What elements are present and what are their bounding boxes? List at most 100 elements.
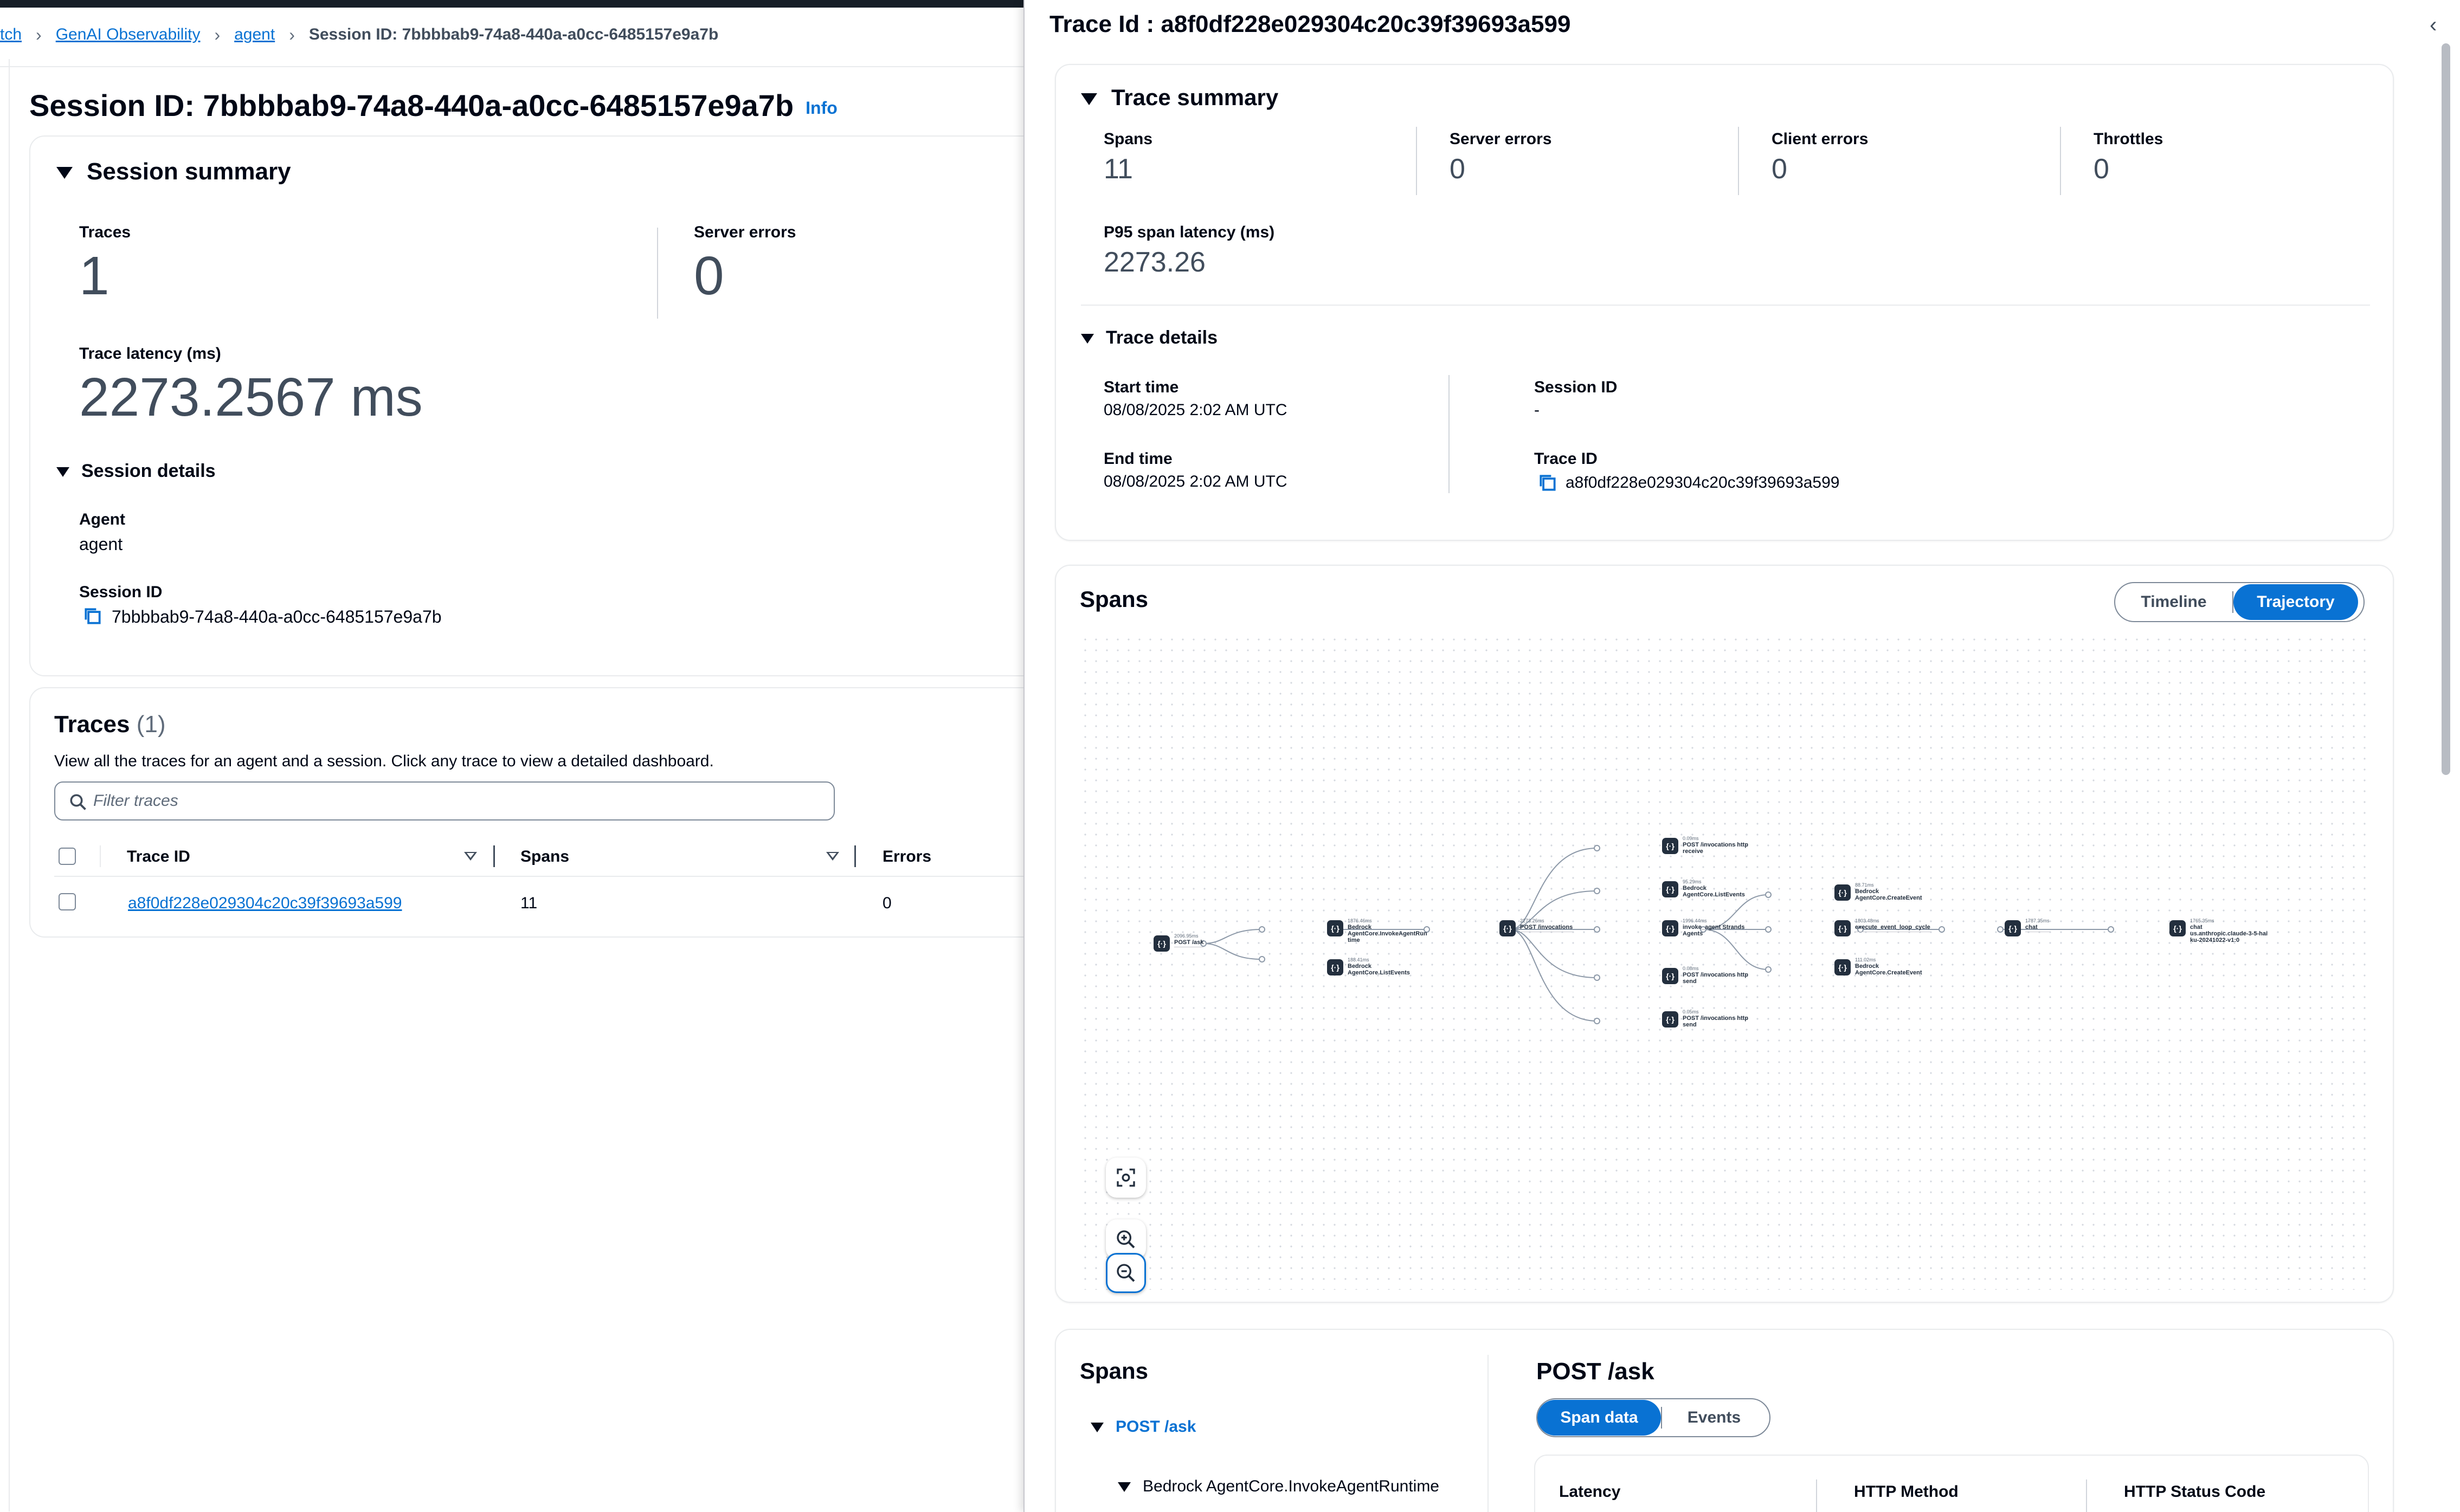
span-node-latency: 88.71ms <box>1855 882 1874 888</box>
span-node-create-event-2[interactable]: {·} 111.02ms Bedrock AgentCore.CreateEven… <box>1834 957 1922 976</box>
column-divider <box>493 845 495 867</box>
trace-summary-card: Trace summary Spans 11 Server errors 0 C… <box>1055 64 2394 541</box>
chevron-right-icon: › <box>214 24 221 44</box>
span-node-list-events-2[interactable]: {·} 95.29ms Bedrock AgentCore.ListEvents <box>1662 879 1745 898</box>
span-node-event-loop-cycle[interactable]: {·} 1803.48ms execute_event_loop_cycle <box>1834 918 1930 936</box>
server-errors-label: Server errors <box>694 223 796 241</box>
caret-down-icon <box>1118 1482 1131 1492</box>
copy-icon[interactable] <box>82 606 103 626</box>
selected-span-title: POST /ask <box>1536 1358 1654 1385</box>
session-summary-card: Session summary Traces 1 Server errors 0… <box>29 135 1059 676</box>
copy-icon[interactable] <box>1537 473 1558 493</box>
trace-details-toggle[interactable]: Trace details <box>1081 327 1218 348</box>
detail-session-id-value: - <box>1534 401 1540 419</box>
span-node-post-ask[interactable]: {·} 2096.95ms POST /ask <box>1154 933 1204 952</box>
span-node-label: Bedrock AgentCore.ListEvents <box>1683 885 1745 898</box>
stat-server-errors-label: Server errors <box>1450 130 1552 148</box>
sort-caret-icon[interactable] <box>826 852 839 861</box>
span-node-http-send-2[interactable]: {·} 0.05ms POST /invocations http send <box>1662 1009 1748 1028</box>
span-node-label: Bedrock AgentCore.InvokeAgentRun time <box>1348 924 1427 944</box>
session-details-toggle[interactable]: Session details <box>56 461 216 482</box>
column-spans[interactable]: Spans <box>520 848 569 866</box>
breadcrumb-item-agent[interactable]: agent <box>234 25 275 44</box>
session-page: tch › GenAI Observability › agent › Sess… <box>0 8 1059 1512</box>
trace-id-link[interactable]: a8f0df228e029304c20c39f39693a599 <box>128 894 402 913</box>
breadcrumb: tch › GenAI Observability › agent › Sess… <box>0 24 718 46</box>
traces-title-text: Traces <box>54 711 130 738</box>
stat-server-errors-value: 0 <box>1450 153 1465 185</box>
column-errors[interactable]: Errors <box>883 848 931 866</box>
end-time-value: 08/08/2025 2:02 AM UTC <box>1104 473 1287 490</box>
traces-card: Traces (1) View all the traces for an ag… <box>29 687 1059 938</box>
span-detail-tabs: Span data Events <box>1536 1398 1770 1437</box>
span-node-chat-model[interactable]: {·} 1765.35ms chat us.anthropic.claude-3-… <box>2169 918 2268 944</box>
span-node-http-receive[interactable]: {·} 0.09ms POST /invocations http receive <box>1662 836 1748 855</box>
span-node-icon: {·} <box>1499 920 1516 936</box>
span-tree-item-invoke-runtime[interactable]: Bedrock AgentCore.InvokeAgentRuntime <box>1118 1477 1439 1496</box>
session-summary-toggle[interactable]: Session summary <box>56 158 291 185</box>
console-top-bar <box>0 0 1025 8</box>
row-checkbox[interactable] <box>59 893 76 910</box>
traces-table-header: Trace ID Spans Errors <box>54 836 1057 877</box>
span-node-icon: {·} <box>1154 935 1170 952</box>
caret-down-icon <box>56 467 69 477</box>
scrollbar[interactable] <box>2442 43 2450 775</box>
select-all-checkbox[interactable] <box>59 848 76 865</box>
stat-client-errors-value: 0 <box>1772 153 1787 185</box>
column-divider <box>1816 1479 1817 1512</box>
zoom-out-button[interactable] <box>1106 1253 1146 1293</box>
events-tab[interactable]: Events <box>1662 1400 1766 1436</box>
span-node-label: POST /invocations http send <box>1683 972 1749 985</box>
span-node-invoke-agent-runtime[interactable]: {·} 1876.46ms Bedrock AgentCore.InvokeAge… <box>1327 918 1427 944</box>
trajectory-graph[interactable]: {·} 2096.95ms POST /ask {·} 1876.46ms Bedr… <box>1080 634 2370 1293</box>
span-node-list-events[interactable]: {·} 188.41ms Bedrock AgentCore.ListEvents <box>1327 957 1410 976</box>
span-node-latency: 1765.35ms <box>2190 918 2214 923</box>
trajectory-tab[interactable]: Trajectory <box>2233 584 2358 620</box>
column-trace-id[interactable]: Trace ID <box>127 848 190 866</box>
span-node-label: execute_event_loop_cycle <box>1855 924 1930 932</box>
span-node-latency: 1787.35ms <box>2025 918 2050 923</box>
span-data-tab[interactable]: Span data <box>1537 1400 1661 1436</box>
span-node-label: POST /invocations http receive <box>1683 842 1749 855</box>
span-node-chat[interactable]: {·} 1787.35ms chat <box>2005 918 2050 936</box>
span-node-label: chat us.anthropic.claude-3-5-hai ku-2024… <box>2190 924 2268 944</box>
http-method-column: HTTP Method <box>1854 1483 1959 1501</box>
breadcrumb-item-genai-observability[interactable]: GenAI Observability <box>56 25 201 44</box>
filter-traces-input[interactable]: Filter traces <box>54 781 835 820</box>
span-node-label: Bedrock AgentCore.CreateEvent <box>1855 888 1922 901</box>
span-node-latency: 95.29ms <box>1683 879 1702 884</box>
span-node-icon: {·} <box>1662 1011 1678 1028</box>
server-errors-value: 0 <box>694 245 724 306</box>
info-link[interactable]: Info <box>806 98 838 118</box>
trace-latency-label: Trace latency (ms) <box>79 345 221 363</box>
trace-details-heading: Trace details <box>1106 327 1218 348</box>
traces-count: (1) <box>136 711 166 738</box>
span-node-label: Bedrock AgentCore.ListEvents <box>1348 963 1410 976</box>
p95-latency-value: 2273.26 <box>1104 247 1206 278</box>
trace-summary-toggle[interactable]: Trace summary <box>1081 85 1278 111</box>
stat-divider <box>1738 127 1739 195</box>
chevron-right-icon: › <box>36 24 42 44</box>
breadcrumb-divider <box>0 66 1025 67</box>
span-tree-item-post-ask[interactable]: POST /ask <box>1091 1418 1196 1436</box>
stat-client-errors-label: Client errors <box>1772 130 1869 148</box>
span-node-http-send[interactable]: {·} 0.08ms POST /invocations http send <box>1662 966 1748 985</box>
fit-view-button[interactable] <box>1106 1158 1146 1198</box>
stat-spans-label: Spans <box>1104 130 1153 148</box>
breadcrumb-item-cloudwatch[interactable]: tch <box>0 25 22 44</box>
span-node-latency: 111.02ms <box>1855 957 1876 962</box>
span-node-label: chat <box>2025 924 2050 932</box>
span-node-icon: {·} <box>1662 920 1678 936</box>
span-node-icon: {·} <box>1834 959 1851 975</box>
span-node-create-event[interactable]: {·} 88.71ms Bedrock AgentCore.CreateEvent <box>1834 882 1922 901</box>
span-node-invoke-agent-strands[interactable]: {·} 1996.44ms invoke_agent Strands Agents <box>1662 918 1744 937</box>
span-node-post-invocations[interactable]: {·} 2273.26ms POST /invocations <box>1499 918 1573 936</box>
span-node-label: invoke_agent Strands Agents <box>1683 924 1745 937</box>
sort-caret-icon[interactable] <box>464 852 477 861</box>
span-tree-label: Bedrock AgentCore.InvokeAgentRuntime <box>1143 1477 1439 1495</box>
chevron-left-icon[interactable]: ‹ <box>2430 13 2437 37</box>
timeline-tab[interactable]: Timeline <box>2115 584 2232 620</box>
trace-errors-cell: 0 <box>883 894 892 912</box>
stat-throttles-label: Throttles <box>2094 130 2163 148</box>
column-divider <box>2086 1479 2087 1512</box>
